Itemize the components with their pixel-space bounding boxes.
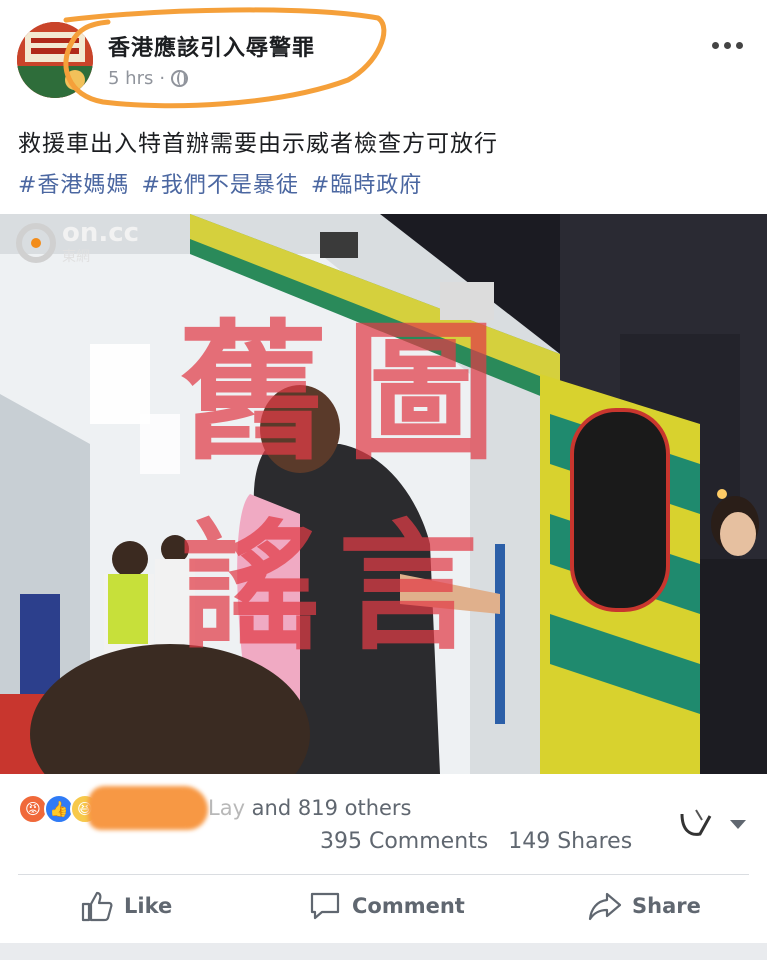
reaction-names: Lay: [208, 796, 245, 820]
post-card: 香港應該引入辱警罪 5 hrs · 救援車出入特首辦需要由示威者檢查方可放行 #…: [0, 0, 767, 943]
post-photo[interactable]: on.cc 東網 舊圖 謠言: [0, 214, 767, 774]
fact-check-stamp-line2: 謠言: [180, 507, 497, 670]
oncc-logo-icon: [16, 223, 56, 263]
like-label: Like: [124, 894, 173, 918]
post-text: 救援車出入特首辦需要由示威者檢查方可放行: [18, 131, 498, 157]
share-arrow-icon: [588, 892, 622, 921]
profile-thumbnail-icon: [676, 806, 716, 842]
fact-check-stamp-line1: 舊圖: [178, 307, 515, 481]
reaction-suffix: and 819 others: [245, 796, 412, 820]
like-button[interactable]: Like: [80, 890, 172, 922]
share-label: Share: [632, 894, 701, 918]
more-options-button[interactable]: [712, 42, 743, 49]
hashtag-link[interactable]: #香港媽媽: [18, 167, 129, 199]
comment-bubble-icon: [310, 892, 340, 920]
reaction-summary[interactable]: Lay and 819 others: [208, 796, 412, 820]
divider: [18, 874, 749, 875]
action-bar: Like Comment Share: [0, 880, 767, 936]
engagement-counts: 395 Comments 149 Shares: [320, 829, 632, 854]
comment-label: Comment: [352, 894, 465, 918]
reaction-icons[interactable]: 😡 👍 😆: [18, 794, 100, 824]
chevron-down-icon: [730, 819, 746, 829]
shares-count[interactable]: 149 Shares: [508, 829, 632, 854]
hashtag-link[interactable]: #我們不是暴徒: [141, 167, 298, 199]
watermark-brand: on.cc: [62, 218, 140, 248]
watermark-logo: on.cc 東網: [16, 220, 139, 266]
thumbs-up-icon: [81, 891, 113, 922]
hashtag-list: #香港媽媽 #我們不是暴徒 #臨時政府: [18, 167, 422, 199]
comments-count[interactable]: 395 Comments: [320, 829, 488, 854]
reaction-as-selector[interactable]: [676, 806, 746, 842]
highlight-scribble: [63, 7, 387, 109]
watermark-sub: 東網: [62, 249, 90, 265]
hashtag-link[interactable]: #臨時政府: [311, 167, 422, 199]
share-button[interactable]: Share: [588, 890, 701, 922]
comment-button[interactable]: Comment: [308, 890, 465, 922]
redaction-scribble: [88, 786, 208, 830]
